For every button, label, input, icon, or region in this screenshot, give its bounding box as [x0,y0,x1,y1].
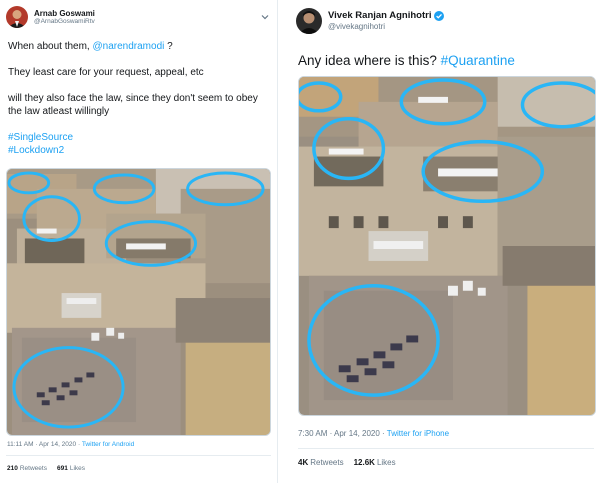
tweet-text: When about them, @narendramodi ? They le… [8,40,270,157]
retweets-stat[interactable]: 4K Retweets [298,458,344,467]
likes-count: 691 [56,465,68,472]
mention-link[interactable]: @narendramodi [93,41,165,52]
tweet-arnab[interactable]: Arnab Goswami @ArnabGoswamiRtv When abou… [0,0,278,483]
verified-icon [434,11,445,22]
text-line-1-suffix: ? [164,41,173,52]
display-name[interactable]: Arnab Goswami [34,9,95,18]
likes-count: 12.6K [353,458,375,467]
tweet-author[interactable]: Arnab Goswami @ArnabGoswamiRtv [6,6,95,28]
text-line-2: They least care for your request, appeal… [8,67,204,78]
tweet-author[interactable]: Vivek Ranjan Agnihotri @vivekagnihotri [296,8,445,34]
user-handle[interactable]: @ArnabGoswamiRtv [34,18,95,25]
retweets-count: 210 [7,465,18,472]
text-line-3: will they also face the law, since they … [8,93,258,117]
tweet-vivek[interactable]: Vivek Ranjan Agnihotri @vivekagnihotri A… [288,0,598,483]
timestamp[interactable]: 7:30 AM · Apr 14, 2020 · [298,429,385,438]
avatar[interactable] [296,8,322,34]
user-handle[interactable]: @vivekagnihotri [328,22,444,31]
likes-stat[interactable]: 691 Likes [57,465,85,472]
tweet-meta: 7:30 AM · Apr 14, 2020 · Twitter for iPh… [298,429,449,438]
retweets-stat[interactable]: 210 Retweets [7,465,47,472]
avatar[interactable] [6,6,28,28]
likes-label: Likes [69,465,86,472]
display-name[interactable]: Vivek Ranjan Agnihotri [328,10,431,22]
text-line-1-prefix: When about them, [8,41,93,52]
hashtag-link[interactable]: #Quarantine [441,53,515,68]
source-link[interactable]: Twitter for Android [82,441,134,448]
tweet-stats: 210 Retweets 691 Likes [7,465,95,472]
tweet-photo[interactable] [298,76,596,416]
tweet-photo[interactable] [6,168,271,436]
likes-stat[interactable]: 12.6K Likes [354,458,396,467]
divider [6,455,271,456]
retweets-label: Retweets [19,465,47,472]
tweet-text: Any idea where is this? #Quarantine [298,52,593,69]
retweets-count: 4K [298,458,309,467]
tweet-body: Any idea where is this? [298,53,441,68]
hashtag-link[interactable]: #SingleSource [8,131,270,144]
chevron-down-icon[interactable] [261,8,269,20]
timestamp[interactable]: 11:11 AM · Apr 14, 2020 · [7,441,80,448]
retweets-label: Retweets [310,458,344,467]
hashtag-link[interactable]: #Lockdown2 [8,144,270,157]
tweet-stats: 4K Retweets 12.6K Likes [298,458,406,467]
divider [298,448,594,449]
likes-label: Likes [376,458,396,467]
tweet-meta: 11:11 AM · Apr 14, 2020 · Twitter for An… [7,441,134,448]
source-link[interactable]: Twitter for iPhone [387,429,449,438]
